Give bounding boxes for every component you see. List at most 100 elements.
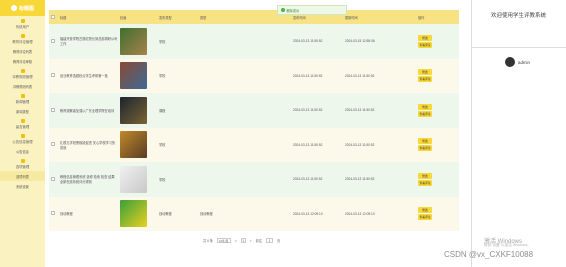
edit-button[interactable]: 修改 xyxy=(418,34,432,41)
row-publish-time: 2024-03-13 11:50:52 xyxy=(293,142,323,147)
table-header-row: 标题 封面 发布类型 类型 发布时间 更新时间 操作 xyxy=(49,10,459,24)
view-comments-button[interactable]: 查看评论 xyxy=(418,110,432,117)
row-checkbox[interactable] xyxy=(51,107,55,112)
edit-button[interactable]: 修改 xyxy=(418,138,432,145)
sidebar-group-label: 教育评论管理 xyxy=(12,40,33,44)
row-update-time: 2024-03-13 11:50:52 xyxy=(345,108,375,113)
sidebar-group-4[interactable]: 评教规则管理 xyxy=(0,66,45,81)
edit-button[interactable]: 修改 xyxy=(418,69,432,76)
view-comments-button[interactable]: 查看评论 xyxy=(418,76,432,83)
table-row[interactable]: 钱动教程 钱动教程 钱动教程 2024-03-13 12:09:10 2024-03-1… xyxy=(49,196,459,232)
row-publish-type: 学校 xyxy=(159,143,166,148)
username[interactable]: admin xyxy=(518,60,530,65)
row-publish-time: 2024-03-13 11:50:52 xyxy=(293,177,323,182)
table-row[interactable]: 福建开放学院古丽红院长到总部调研公司工作 学校 2024-03-13 11:50:5… xyxy=(49,24,459,59)
windows-watermark-subtitle: 转到"设置"以激活 Windows。 xyxy=(484,243,531,247)
sidebar-item-7[interactable]: 新闻类型 xyxy=(0,106,45,116)
logo-icon xyxy=(10,5,17,11)
page-size-select[interactable]: 10条/页 xyxy=(216,238,231,243)
row-title: 钱动教程 xyxy=(60,212,73,217)
row-title: 福建开放学院古丽红院长到总部调研公司工作 xyxy=(60,37,118,47)
success-toast: 删除成功 xyxy=(277,5,347,15)
row-publish-type: 学校 xyxy=(159,74,166,79)
goto-prefix: 前往 xyxy=(255,239,263,243)
row-category: 钱动教程 xyxy=(200,212,213,217)
row-category xyxy=(198,162,291,197)
csdn-watermark: CSDN @vx_CXKF10088 xyxy=(444,250,534,259)
row-category xyxy=(198,24,291,59)
sidebar-group-0[interactable]: 系统用户 xyxy=(0,16,45,31)
view-comments-button[interactable]: 查看评论 xyxy=(418,41,432,48)
prev-page-button[interactable]: < xyxy=(235,239,237,243)
row-select-cell[interactable] xyxy=(49,93,58,128)
row-actions: 修改 查看评论 xyxy=(416,128,459,163)
pagination: 共 6 条 10条/页 < 1 > 前往 1 页 xyxy=(203,238,280,243)
sidebar-group-label: 选项管理 xyxy=(15,165,30,169)
sidebar-group-6[interactable]: 新闻管理 xyxy=(0,91,45,106)
row-actions: 修改 查看评论 xyxy=(416,93,459,128)
sidebar-group-1[interactable]: 教育评论管理 xyxy=(0,31,45,46)
sidebar-item-12[interactable]: 选项列表 xyxy=(0,171,45,181)
table-row[interactable]: 扎根扎学校黑枢能促进 关心学校学习的成就 学校 2024-03-13 11:50:5… xyxy=(49,127,459,163)
row-publish-time: 2024-03-13 11:50:52 xyxy=(293,39,323,44)
page-1-button[interactable]: 1 xyxy=(240,238,246,243)
edit-button[interactable]: 修改 xyxy=(418,103,432,110)
row-title: 教程信息管理系统 选修 检索 检查 结果 全新在线系统评分规则 xyxy=(60,175,115,185)
table-row[interactable]: 教程信息管理系统 选修 检索 检查 结果 全新在线系统评分规则 学校 2024-03… xyxy=(49,162,459,197)
edit-button[interactable]: 修改 xyxy=(418,207,432,214)
header-select-all[interactable] xyxy=(49,10,58,24)
sidebar-item-13[interactable]: 系统设置 xyxy=(0,181,45,191)
table-row[interactable]: 该业教育选题秒点学生考研第一批 学校 2024-03-13 11:50:52 2024… xyxy=(49,58,459,94)
row-select-cell[interactable] xyxy=(49,59,58,94)
row-checkbox[interactable] xyxy=(51,38,55,43)
sidebar-group-label: 新闻管理 xyxy=(15,100,30,104)
row-update-time: 2024-03-15 12:55:36 xyxy=(345,39,375,44)
row-select-cell[interactable] xyxy=(49,24,58,59)
sidebar-item-10[interactable]: 公告信息 xyxy=(0,146,45,156)
row-checkbox[interactable] xyxy=(51,176,55,181)
menu-group-icon xyxy=(20,134,25,138)
row-checkbox[interactable] xyxy=(51,211,55,216)
select-all-checkbox[interactable] xyxy=(51,14,55,19)
sidebar-item-5[interactable]: 评教规则列表 xyxy=(0,81,45,91)
row-select-cell[interactable] xyxy=(49,197,58,232)
table-row[interactable]: 教育观察者加强以广东业理学院在培训 课程 2024-03-13 11:50:52 20… xyxy=(49,93,459,128)
sidebar-group-8[interactable]: 留言管理 xyxy=(0,116,45,131)
welcome-text: 欢迎使用学生评教系统 xyxy=(491,13,547,19)
right-panel: 欢迎使用学生评教系统 admin 激活 Windows 转到"设置"以激活 Wi… xyxy=(444,0,566,267)
col-cover: 封面 xyxy=(120,15,127,20)
row-publish-type: 钱动教程 xyxy=(159,212,172,217)
user-menu[interactable]: admin xyxy=(505,57,530,67)
sidebar-group-9[interactable]: 公告信息管理 xyxy=(0,131,45,146)
cover-image xyxy=(120,200,147,228)
row-category xyxy=(198,59,291,94)
avatar[interactable] xyxy=(505,57,515,67)
menu-group-icon xyxy=(20,19,25,23)
row-checkbox[interactable] xyxy=(51,142,55,147)
row-update-time: 2024-03-13 11:50:52 xyxy=(345,177,375,182)
check-icon xyxy=(281,8,285,12)
row-publish-time: 2024-03-13 12:09:10 xyxy=(293,211,323,216)
brand-title: 标题图 xyxy=(18,5,34,12)
goto-page-input[interactable]: 1 xyxy=(266,238,274,243)
menu-group-icon xyxy=(20,94,25,98)
main-content: 删除成功 标题 封面 发布类型 类型 发布时间 更新时间 操作 福建开放学院古丽… xyxy=(45,0,471,267)
row-category xyxy=(198,128,291,163)
row-update-time: 2024-03-13 12:09:10 xyxy=(345,211,375,216)
sidebar-item-3[interactable]: 教育评论审核 xyxy=(0,56,45,66)
view-comments-button[interactable]: 查看评论 xyxy=(418,214,432,221)
row-publish-time: 2024-03-13 11:50:52 xyxy=(293,73,323,78)
row-checkbox[interactable] xyxy=(51,73,55,78)
edit-button[interactable]: 修改 xyxy=(418,172,432,179)
row-actions: 修改 查看评论 xyxy=(416,59,459,94)
row-select-cell[interactable] xyxy=(49,162,58,197)
sidebar-group-11[interactable]: 选项管理 xyxy=(0,156,45,171)
sidebar-nav: 系统用户教育评论管理教育评论列表 教育评论审核 评教规则管理 评教规则列表新闻管理新闻… xyxy=(0,16,45,191)
sidebar-item-2[interactable]: 教育评论列表 xyxy=(0,46,45,56)
row-cover-cell xyxy=(118,162,157,197)
row-select-cell[interactable] xyxy=(49,128,58,163)
view-comments-button[interactable]: 查看评论 xyxy=(418,145,432,152)
sidebar-group-label: 公告信息管理 xyxy=(12,140,33,144)
next-page-button[interactable]: > xyxy=(250,239,252,243)
view-comments-button[interactable]: 查看评论 xyxy=(418,179,432,186)
